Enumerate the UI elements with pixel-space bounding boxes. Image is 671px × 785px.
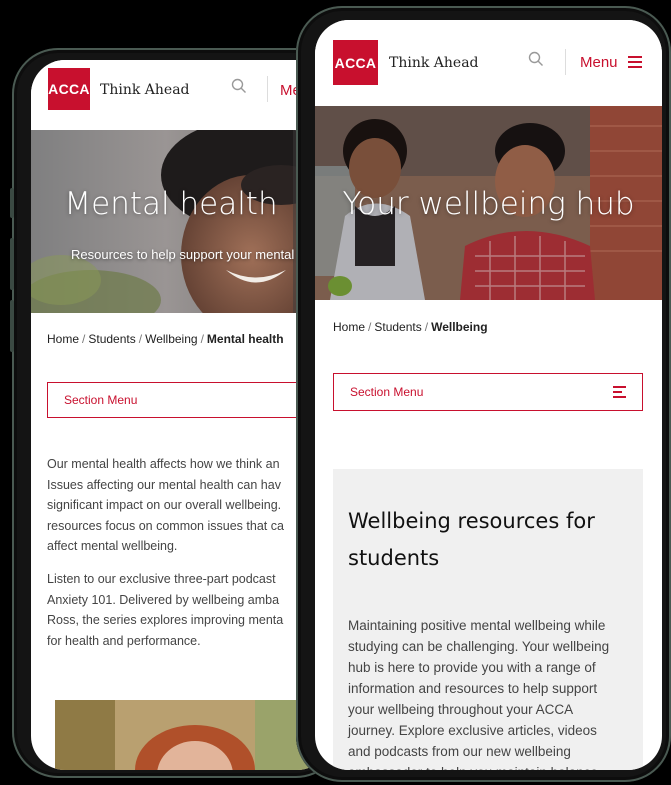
breadcrumb: Home / Students / Wellbeing [333,320,488,334]
hero-banner: Your wellbeing hub [315,106,662,300]
site-header: ACCA Think Ahead Menu [315,20,662,106]
site-header: ACCA Think Ahead Me [31,60,331,130]
wellbeing-resources-card: Wellbeing resources for students Maintai… [333,469,643,770]
text-line: Issues affecting our mental health can h… [47,477,281,492]
breadcrumb-home[interactable]: Home [333,320,365,334]
header-divider [565,49,566,75]
text-line: Ross, the series explores improving ment… [47,613,284,627]
hero-subtitle: Resources to help support your mental h [71,247,306,262]
hero-banner: Mental health Resources to help support … [31,130,331,313]
phone-side-button [10,300,14,352]
acca-logo[interactable]: ACCA [48,68,90,110]
text-line: Maintaining positive mental wellbeing wh… [348,618,606,633]
card-title-line: Wellbeing resources for [348,509,595,533]
section-menu-button[interactable]: Section Menu [333,373,643,411]
section-menu-label: Section Menu [350,385,424,399]
breadcrumb-home[interactable]: Home [47,332,79,346]
text-line: Our mental health affects how we think a… [47,457,280,471]
back-phone-screen: ACCA Think Ahead Me Mental health Resour… [31,60,331,770]
text-line: studying can be challenging. Your wellbe… [348,639,610,654]
text-line: affect mental wellbeing. [47,539,178,553]
search-icon[interactable] [528,51,544,67]
breadcrumb: Home / Students / Wellbeing / Mental health [47,332,284,346]
intro-paragraph: Our mental health affects how we think a… [47,454,331,557]
tagline: Think Ahead [100,82,190,98]
tagline: Think Ahead [389,55,479,71]
search-icon[interactable] [231,78,247,94]
text-line: ambassador to help you maintain balance [348,762,638,770]
text-line: Anxiety 101. Delivered by wellbeing amba [47,592,280,607]
text-line: significant impact on our overall wellbe… [47,498,282,512]
breadcrumb-wellbeing[interactable]: Wellbeing [145,332,197,346]
podcast-paragraph: Listen to our exclusive three-part podca… [47,569,331,651]
list-icon [613,386,626,401]
breadcrumb-students[interactable]: Students [88,332,135,346]
card-title: Wellbeing resources for students [348,503,595,577]
header-divider [267,76,268,102]
text-line: resources focus on common issues that ca [47,518,284,533]
hero-title: Mental health [64,186,278,222]
hero-title: Your wellbeing hub [342,186,635,222]
text-line: information and resources to help suppor… [348,681,598,696]
text-line: hub is here to provide you with a range … [348,660,596,675]
card-title-line: students [348,546,440,570]
text-line: your wellbeing throughout your ACCA [348,702,574,717]
breadcrumb-current: Mental health [206,332,284,346]
phone-side-button [10,188,14,218]
breadcrumb-students[interactable]: Students [374,320,421,334]
text-line: and podcasts from our new wellbeing [348,744,571,759]
text-line: for health and performance. [47,633,201,648]
text-line: Listen to our exclusive three-part podca… [47,572,276,586]
card-description: Maintaining positive mental wellbeing wh… [348,615,638,770]
text-line: journey. Explore exclusive articles, vid… [348,723,597,738]
hamburger-icon[interactable] [628,56,642,68]
section-menu-button[interactable]: Section Menu [47,382,331,418]
breadcrumb-current: Wellbeing [431,320,488,334]
acca-logo[interactable]: ACCA [333,40,378,85]
podcast-photo [55,700,331,770]
section-menu-label: Section Menu [64,393,138,407]
front-phone-screen: ACCA Think Ahead Menu Your wellbeing hub… [315,20,662,770]
phone-side-button [10,238,14,290]
menu-button[interactable]: Menu [580,54,618,71]
